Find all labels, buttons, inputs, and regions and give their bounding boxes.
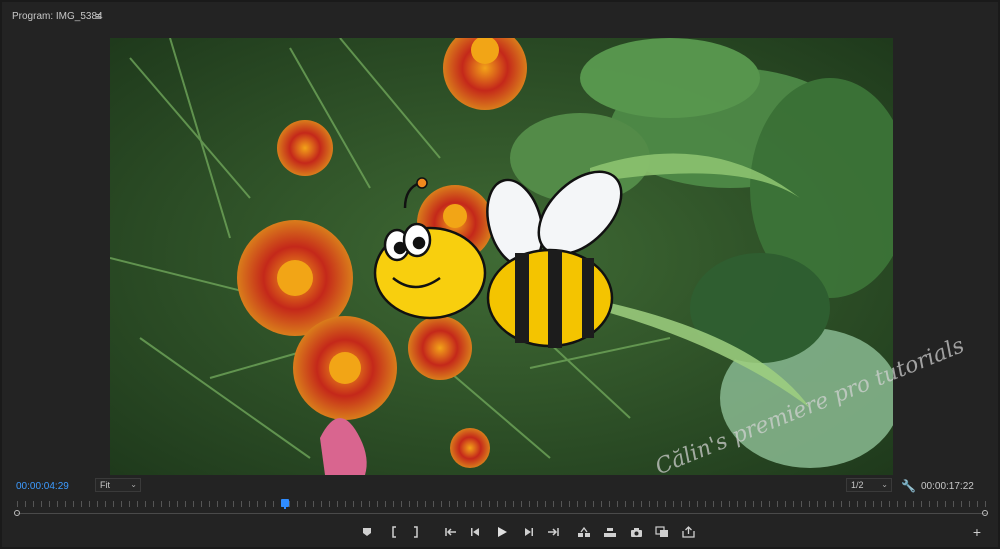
time-ruler[interactable] (17, 499, 987, 511)
lift-icon (578, 526, 590, 537)
export-button[interactable] (679, 524, 697, 540)
step-forward-button[interactable] (519, 524, 537, 540)
program-monitor-panel: Program: IMG_5384 ≡ Călin's premiere pro… (0, 0, 1000, 549)
extract-icon (604, 527, 616, 537)
mark-out-icon (414, 526, 418, 538)
lift-button[interactable] (575, 524, 593, 540)
marker-icon (363, 528, 371, 536)
current-timecode[interactable]: 00:00:04:29 (16, 481, 69, 492)
camera-icon (630, 527, 642, 537)
ruler-ticks (17, 501, 987, 507)
duration-timecode: 00:00:17:22 (921, 481, 974, 492)
chevron-down-icon: ⌄ (881, 480, 888, 489)
button-editor-add-icon[interactable]: + (969, 524, 985, 540)
mark-in-button[interactable] (385, 524, 403, 540)
step-back-icon (471, 528, 479, 536)
go-to-in-button[interactable] (442, 524, 460, 540)
zoom-level-value: Fit (100, 480, 110, 490)
panel-header: Program: IMG_5384 ≡ (2, 2, 1000, 32)
step-back-button[interactable] (467, 524, 485, 540)
step-forward-icon (525, 528, 533, 536)
panel-title[interactable]: Program: IMG_5384 (12, 11, 103, 22)
comparison-view-button[interactable] (653, 524, 671, 540)
scrollbar-start-handle[interactable] (14, 510, 20, 516)
export-frame-button[interactable] (627, 524, 645, 540)
playback-resolution-select[interactable]: 1/2 ⌄ (846, 478, 892, 492)
export-icon (681, 526, 695, 538)
resolution-value: 1/2 (851, 480, 864, 490)
go-to-out-icon (548, 528, 559, 536)
play-button[interactable] (493, 524, 511, 540)
play-icon (498, 527, 507, 537)
extract-button[interactable] (601, 524, 619, 540)
settings-wrench-icon[interactable]: 🔧 (901, 479, 916, 493)
mark-out-button[interactable] (407, 524, 425, 540)
comparison-icon (655, 526, 668, 537)
go-to-out-button[interactable] (544, 524, 562, 540)
zoom-level-select[interactable]: Fit ⌄ (95, 478, 141, 492)
chevron-down-icon: ⌄ (130, 480, 137, 489)
playhead-marker[interactable] (280, 499, 289, 509)
scrollbar-end-handle[interactable] (982, 510, 988, 516)
transport-controls (2, 524, 1000, 542)
go-to-in-icon (445, 528, 456, 536)
mark-in-icon (392, 526, 396, 538)
add-marker-button[interactable] (358, 524, 376, 540)
zoom-scrollbar-track[interactable] (17, 513, 987, 514)
hamburger-menu-icon[interactable]: ≡ (95, 11, 101, 23)
